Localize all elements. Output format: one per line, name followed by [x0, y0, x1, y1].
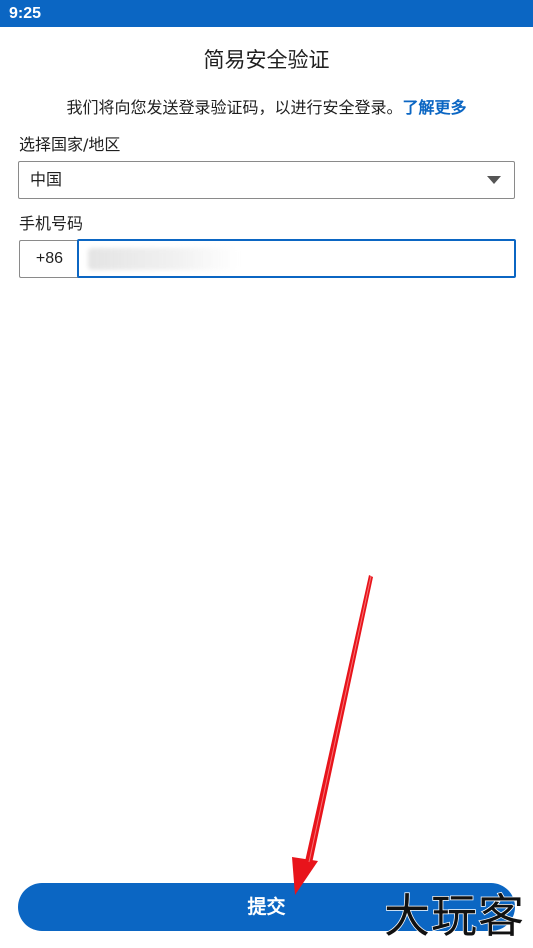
page-title: 简易安全验证 — [203, 48, 330, 72]
description: 我们将向您发送登录验证码，以进行安全登录。了解更多 — [0, 93, 533, 123]
screen: 9:25 简易安全验证 我们将向您发送登录验证码，以进行安全登录。了解更多 选择… — [0, 0, 533, 948]
description-text: 我们将向您发送登录验证码，以进行安全登录。 — [66, 98, 403, 117]
learn-more-link[interactable]: 了解更多 — [403, 98, 467, 117]
phone-input[interactable] — [77, 239, 516, 278]
country-selected-value: 中国 — [30, 170, 63, 189]
caret-down-icon — [487, 176, 501, 184]
status-bar: 9:25 — [0, 0, 533, 27]
phone-label: 手机号码 — [19, 214, 84, 233]
status-time: 9:25 — [9, 5, 42, 22]
country-code: +86 — [19, 240, 79, 278]
country-select[interactable]: 中国 — [18, 161, 515, 199]
watermark-logo: 大玩客 — [383, 888, 525, 944]
country-label: 选择国家/地区 — [19, 135, 121, 154]
